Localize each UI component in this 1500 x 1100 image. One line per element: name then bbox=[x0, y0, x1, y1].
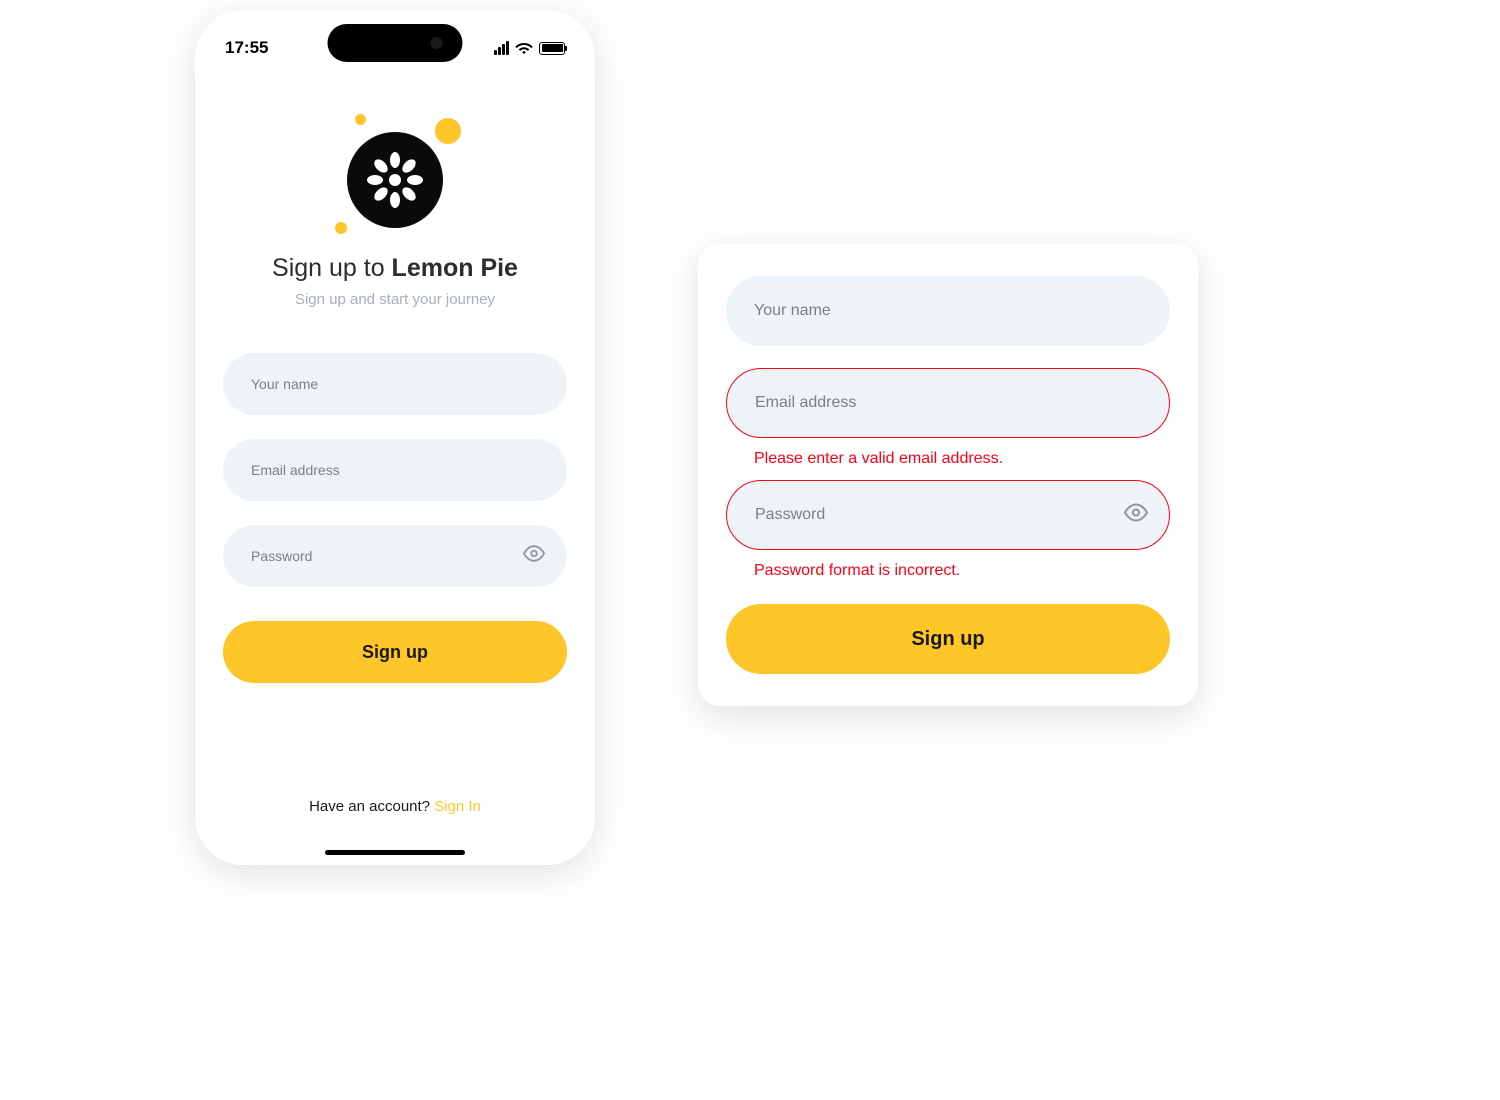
wifi-icon bbox=[515, 41, 533, 55]
name-input[interactable] bbox=[223, 353, 567, 415]
signup-button[interactable]: Sign up bbox=[223, 621, 567, 683]
name-input-variant[interactable] bbox=[726, 276, 1170, 346]
email-error-message: Please enter a valid email address. bbox=[726, 438, 1170, 476]
email-input-error[interactable] bbox=[726, 368, 1170, 438]
password-wrapper bbox=[223, 525, 567, 587]
email-input[interactable] bbox=[223, 439, 567, 501]
signup-form: Sign up bbox=[195, 353, 595, 683]
home-indicator bbox=[325, 850, 465, 855]
password-error-message: Password format is incorrect. bbox=[726, 550, 1170, 588]
password-wrapper-error bbox=[726, 480, 1170, 550]
eye-icon[interactable] bbox=[1124, 501, 1148, 530]
footer-prompt: Have an account? bbox=[309, 798, 434, 815]
app-logo bbox=[325, 114, 465, 254]
page-subtitle: Sign up and start your journey bbox=[295, 291, 495, 308]
phone-mockup: 17:55 bbox=[195, 10, 595, 865]
signup-button-variant[interactable]: Sign up bbox=[726, 604, 1170, 674]
battery-icon bbox=[539, 42, 565, 55]
password-input[interactable] bbox=[223, 525, 567, 587]
status-icons bbox=[494, 41, 565, 55]
title-prefix: Sign up to bbox=[272, 254, 392, 282]
error-state-card: Please enter a valid email address. Pass… bbox=[698, 244, 1198, 706]
password-input-error[interactable] bbox=[726, 480, 1170, 550]
eye-icon[interactable] bbox=[523, 543, 545, 570]
cellular-icon bbox=[494, 41, 509, 55]
logo-area: Sign up to Lemon Pie Sign up and start y… bbox=[195, 114, 595, 308]
status-time: 17:55 bbox=[225, 38, 268, 58]
signin-link[interactable]: Sign In bbox=[434, 798, 481, 815]
device-notch bbox=[328, 24, 463, 62]
page-title: Sign up to Lemon Pie bbox=[272, 254, 518, 283]
footer: Have an account? Sign In bbox=[195, 798, 595, 815]
title-brand: Lemon Pie bbox=[392, 254, 518, 282]
